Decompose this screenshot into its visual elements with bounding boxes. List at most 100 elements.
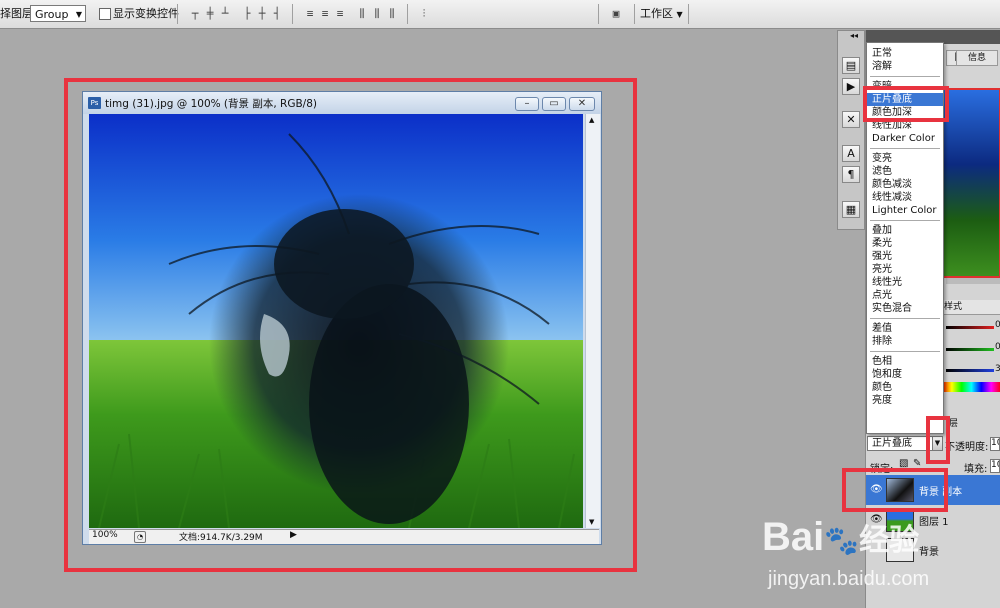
red-slider[interactable] — [946, 326, 994, 329]
layer-comps-icon[interactable]: ▦ — [842, 201, 860, 218]
navigator-zoom-slider[interactable] — [946, 278, 1000, 284]
align-hcenter-icon[interactable]: ┼ — [255, 7, 269, 20]
blend-mode-arrow[interactable]: ▼ — [932, 436, 943, 451]
baidu-logo-text: Bai — [762, 515, 825, 559]
blue-value[interactable]: 3 — [995, 364, 1000, 374]
auto-select-dropdown[interactable]: Group ▼ — [30, 5, 86, 22]
blend-mode-menu-item[interactable]: 线性光 — [867, 276, 943, 289]
layer-row-background-copy[interactable]: 👁 背景 副本 — [866, 475, 1000, 505]
distribute-bottom-icon[interactable]: ≡ — [333, 7, 347, 20]
eye-icon[interactable]: 👁 — [870, 484, 883, 495]
blend-mode-menu: 正常 溶解 变暗 正片叠底 颜色加深 线性加深 Darker Color 变亮 滤色 颜色减淡 线性… — [866, 42, 944, 434]
blend-mode-menu-item[interactable]: 正常 — [867, 47, 943, 60]
divider — [177, 4, 178, 24]
status-arrow-icon[interactable]: ▶ — [290, 530, 297, 540]
blend-mode-menu-item[interactable]: 叠加 — [867, 224, 943, 237]
auto-align-icon[interactable]: ⫶ — [417, 7, 431, 20]
document-titlebar[interactable]: Ps timg (31).jpg @ 100% (背景 副本, RGB/8) –… — [83, 92, 601, 114]
blend-mode-menu-item[interactable]: 饱和度 — [867, 368, 943, 381]
divider — [634, 4, 635, 24]
tab-layers-partial[interactable]: 层 — [949, 416, 958, 429]
character-icon[interactable]: A — [842, 145, 860, 162]
blend-mode-menu-item[interactable]: 强光 — [867, 250, 943, 263]
tab-info[interactable]: 信息 — [956, 50, 998, 66]
collapse-icon[interactable]: ◂◂ — [850, 31, 858, 40]
blend-mode-menu-item[interactable]: 差值 — [867, 322, 943, 335]
options-bar: 择图层 Group ▼ 显示变换控件 ┬ ╪ ┴ ├ ┼ ┤ ≡ ≡ ≡ ⫼ ⫼… — [0, 0, 1000, 29]
paragraph-icon[interactable]: ¶ — [842, 166, 860, 183]
scroll-up-icon[interactable]: ▲ — [589, 116, 594, 124]
color-spectrum[interactable] — [942, 382, 1000, 392]
layer-name: 背景 — [919, 547, 939, 558]
chevron-down-icon: ▼ — [75, 10, 82, 19]
blend-mode-menu-item[interactable]: Darker Color — [867, 132, 943, 145]
align-vcenter-icon[interactable]: ╪ — [203, 7, 217, 20]
blend-mode-menu-item[interactable]: 滤色 — [867, 165, 943, 178]
align-right-icon[interactable]: ┤ — [270, 7, 284, 20]
auto-select-label: 择图层 — [0, 7, 33, 20]
distribute-hcenter-icon[interactable]: ⫼ — [370, 7, 384, 20]
distribute-top-icon[interactable]: ≡ — [303, 7, 317, 20]
scroll-down-icon[interactable]: ▼ — [589, 518, 594, 526]
zoom-level[interactable]: 100% — [92, 530, 118, 540]
history-icon[interactable]: ▤ — [842, 57, 860, 74]
opacity-field[interactable]: 10 — [990, 437, 1000, 451]
distribute-left-icon[interactable]: ⫼ — [355, 7, 369, 20]
green-slider[interactable] — [946, 348, 994, 351]
divider — [407, 4, 408, 24]
blend-mode-menu-item[interactable]: 亮光 — [867, 263, 943, 276]
red-value[interactable]: 0 — [995, 320, 1000, 330]
menu-separator — [870, 351, 940, 352]
workspace-label: 工作区 — [640, 7, 673, 20]
opacity-label: 不透明度: — [945, 442, 989, 453]
blend-mode-menu-item[interactable]: 颜色 — [867, 381, 943, 394]
minimize-button[interactable]: – — [515, 97, 539, 111]
blue-slider[interactable] — [946, 369, 994, 372]
blend-mode-menu-item[interactable]: 颜色减淡 — [867, 178, 943, 191]
blend-mode-menu-item[interactable]: 颜色加深 — [867, 106, 943, 119]
lock-transparent-icon[interactable]: ▧ — [899, 458, 908, 469]
fill-field[interactable]: 10 — [990, 459, 1000, 473]
blend-mode-menu-item[interactable]: 溶解 — [867, 60, 943, 73]
vertical-scrollbar[interactable]: ▲ ▼ — [585, 114, 600, 528]
divider — [292, 4, 293, 24]
show-transform-checkbox[interactable] — [99, 8, 111, 20]
blend-mode-menu-item[interactable]: 正片叠底 — [867, 93, 943, 106]
close-button[interactable]: ✕ — [569, 97, 595, 111]
distribute-vcenter-icon[interactable]: ≡ — [318, 7, 332, 20]
navigator-thumbnail[interactable] — [942, 88, 1000, 278]
blend-mode-menu-item[interactable]: 实色混合 — [867, 302, 943, 315]
lock-label: 锁定: — [870, 464, 894, 475]
lock-brush-icon[interactable]: ✎ — [913, 458, 921, 469]
align-top-icon[interactable]: ┬ — [188, 7, 202, 20]
blend-mode-menu-item[interactable]: 柔光 — [867, 237, 943, 250]
workspace-icon[interactable]: ▣ — [606, 7, 626, 20]
divider — [598, 4, 599, 24]
blend-mode-menu-item[interactable]: 排除 — [867, 335, 943, 348]
blend-mode-menu-item[interactable]: 亮度 — [867, 394, 943, 407]
layer-thumbnail — [886, 478, 914, 502]
actions-icon[interactable]: ▶ — [842, 78, 860, 95]
blend-mode-menu-item[interactable]: 线性减淡 — [867, 191, 943, 204]
canvas-image[interactable] — [89, 114, 583, 528]
blend-mode-menu-item[interactable]: Lighter Color — [867, 204, 943, 217]
show-transform-label: 显示变换控件 — [113, 7, 179, 20]
tab-styles[interactable]: 样式 — [942, 300, 1000, 315]
align-left-icon[interactable]: ├ — [240, 7, 254, 20]
fill-label: 填充: — [964, 464, 988, 475]
tool-presets-icon[interactable]: ✕ — [842, 111, 860, 128]
align-bottom-icon[interactable]: ┴ — [218, 7, 232, 20]
menu-separator — [870, 318, 940, 319]
blend-mode-menu-item[interactable]: 变亮 — [867, 152, 943, 165]
blend-mode-dropdown[interactable]: 正片叠底 — [867, 436, 937, 451]
blend-mode-menu-item[interactable]: 色相 — [867, 355, 943, 368]
workspace-button[interactable]: 工作区 ▼ — [640, 0, 683, 28]
blend-mode-menu-item[interactable]: 变暗 — [867, 80, 943, 93]
restore-button[interactable]: ▭ — [542, 97, 566, 111]
distribute-right-icon[interactable]: ⫼ — [385, 7, 399, 20]
status-menu-icon[interactable]: ◔ — [134, 531, 146, 543]
paw-icon: 🐾 — [824, 525, 860, 556]
blend-mode-menu-item[interactable]: 点光 — [867, 289, 943, 302]
green-value[interactable]: 0 — [995, 342, 1000, 352]
blend-mode-menu-item[interactable]: 线性加深 — [867, 119, 943, 132]
